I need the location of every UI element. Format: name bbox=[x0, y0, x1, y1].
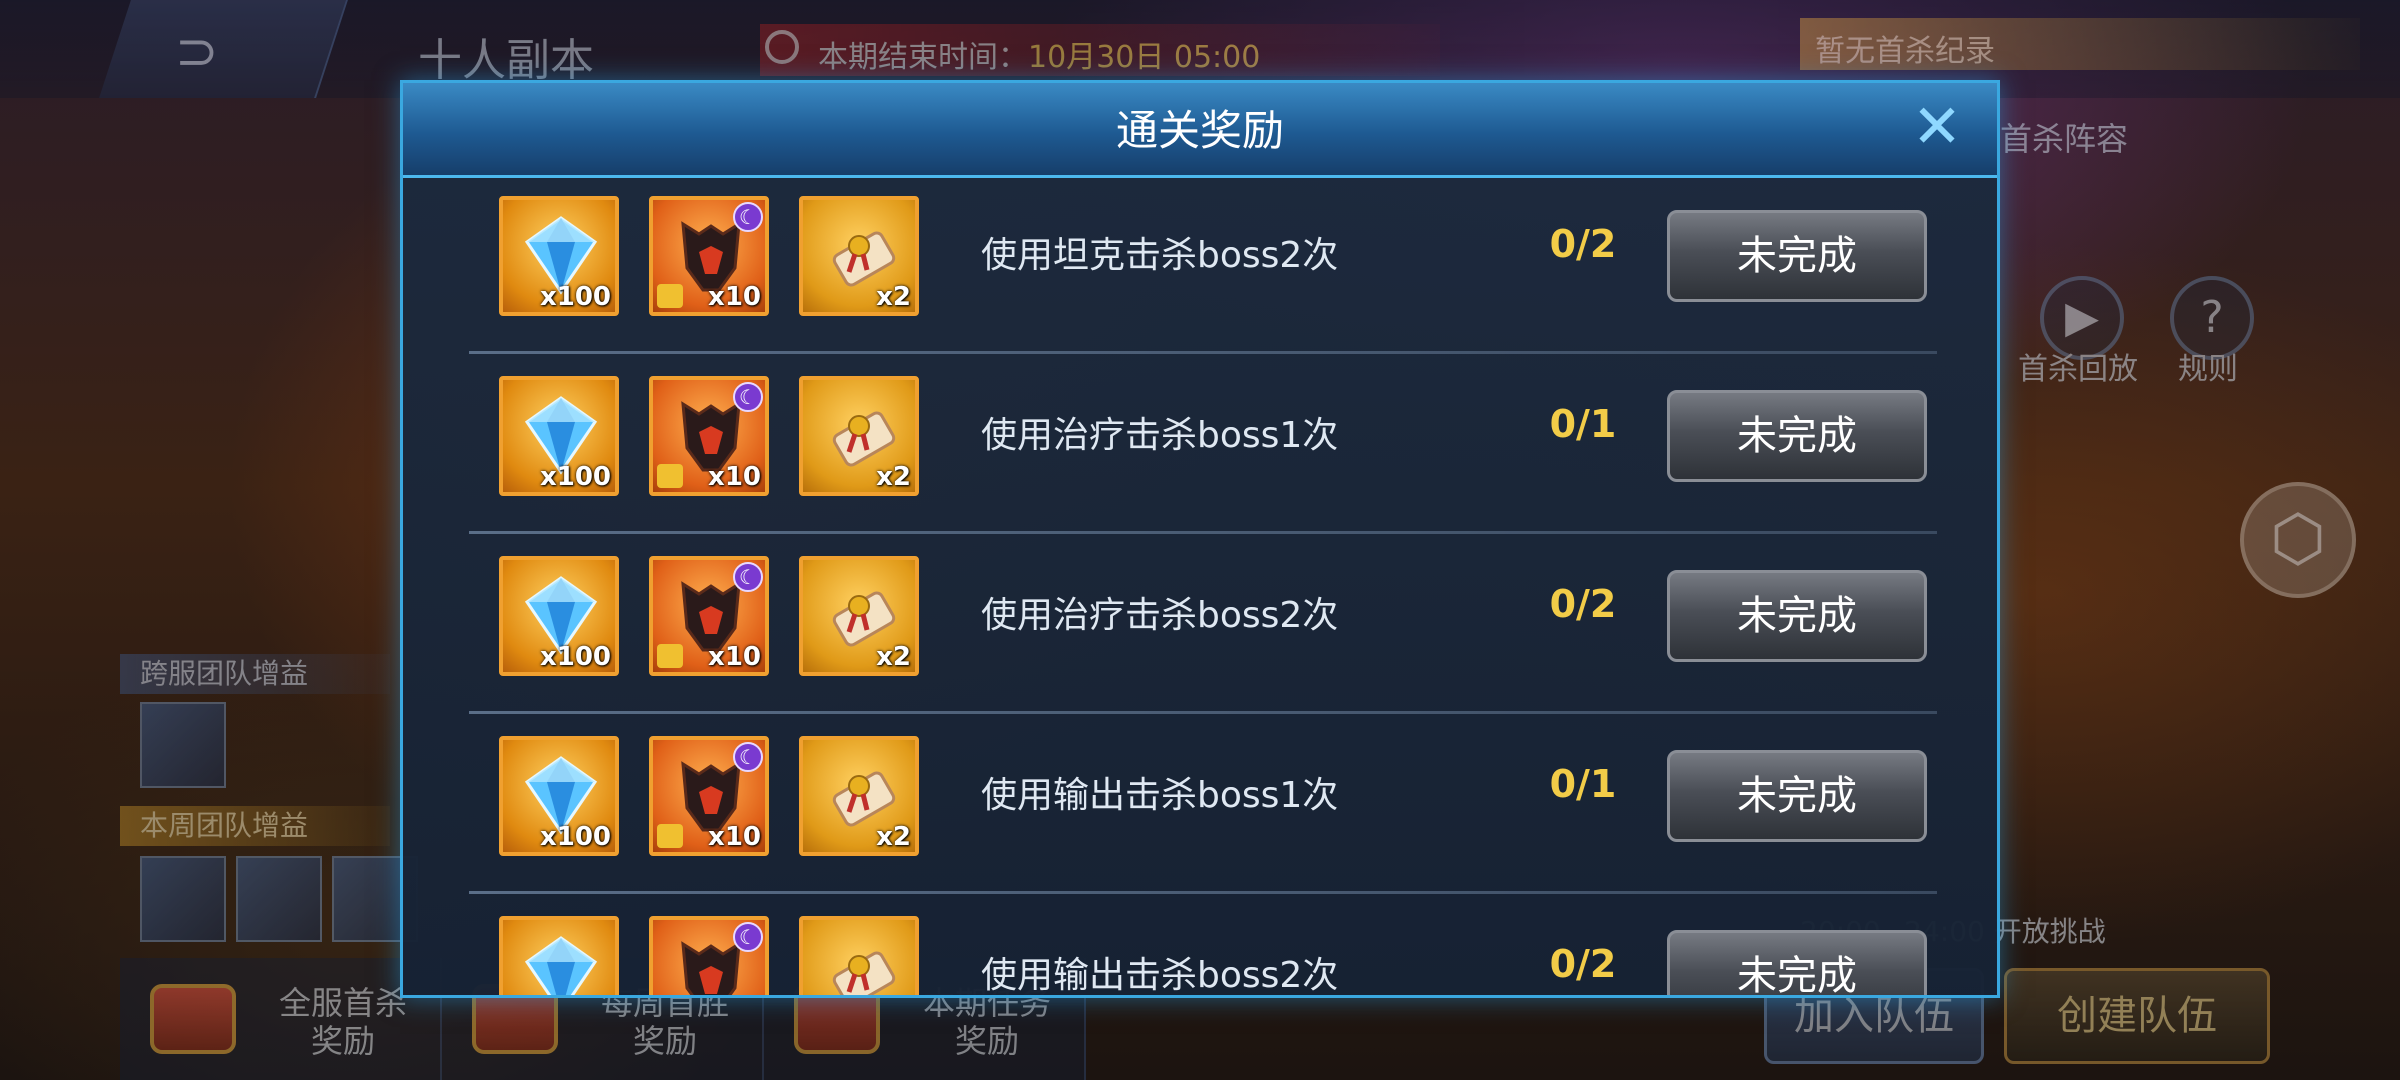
period-text: 本期结束时间：10月30日 05:00 bbox=[818, 32, 1260, 76]
create-team-button[interactable]: 创建队伍 bbox=[2004, 968, 2270, 1064]
task-description: 使用输出击杀boss2次 bbox=[981, 955, 1339, 996]
task-progress: 0/2 bbox=[1549, 222, 1617, 266]
reward-list[interactable]: x100 ☾ x10 x2 使用坦克击杀boss2次 0/2 未完成 x100 … bbox=[403, 178, 1997, 996]
diamond-icon bbox=[524, 936, 598, 995]
diamond-reward[interactable]: x100 bbox=[499, 916, 619, 995]
status-button[interactable]: 未完成 bbox=[1667, 570, 1927, 662]
replay-label[interactable]: 首杀回放 bbox=[2018, 344, 2138, 388]
period-label: 本期结束时间： bbox=[818, 40, 1028, 75]
row-divider bbox=[469, 891, 1937, 894]
row-divider bbox=[469, 351, 1937, 354]
task-description: 使用治疗击杀boss2次 bbox=[981, 595, 1339, 636]
item-quantity: x10 bbox=[708, 462, 761, 492]
status-button[interactable]: 未完成 bbox=[1667, 210, 1927, 302]
diamond-reward[interactable]: x100 bbox=[499, 196, 619, 316]
scroll-reward[interactable]: x2 bbox=[799, 556, 919, 676]
scroll-reward[interactable]: x2 bbox=[799, 196, 919, 316]
item-quantity: x100 bbox=[539, 822, 611, 852]
first-kill-record: 暂无首杀纪录 bbox=[1815, 34, 1995, 69]
row-divider bbox=[469, 531, 1937, 534]
helmet-fragment-reward[interactable]: ☾ x10 bbox=[649, 736, 769, 856]
helmet-fragment-reward[interactable]: ☾ x10 bbox=[649, 376, 769, 496]
task-progress: 0/1 bbox=[1549, 402, 1617, 446]
task-progress: 0/1 bbox=[1549, 762, 1617, 806]
buff-icon[interactable] bbox=[140, 856, 226, 942]
reward-row: x100 ☾ x10 x2 使用输出击杀boss1次 0/1 未完成 bbox=[403, 718, 1997, 898]
item-quantity: x2 bbox=[876, 462, 911, 492]
rarity-badge-icon: ☾ bbox=[733, 562, 763, 592]
item-quantity: x100 bbox=[539, 462, 611, 492]
clock-icon bbox=[765, 30, 799, 64]
status-button[interactable]: 未完成 bbox=[1667, 390, 1927, 482]
reward-row: x100 ☾ x10 x2 使用治疗击杀boss2次 0/2 未完成 bbox=[403, 538, 1997, 718]
close-icon[interactable]: ✕ bbox=[1909, 97, 1965, 157]
item-quantity: x10 bbox=[708, 642, 761, 672]
diamond-reward[interactable]: x100 bbox=[499, 736, 619, 856]
status-button[interactable]: 未完成 bbox=[1667, 930, 1927, 995]
reward-row: x100 ☾ x10 x2 使用治疗击杀boss1次 0/1 未完成 bbox=[403, 358, 1997, 538]
tab-line: 奖励 bbox=[954, 1022, 1019, 1060]
item-quantity: x2 bbox=[876, 282, 911, 312]
buff-icon[interactable] bbox=[236, 856, 322, 942]
task-progress: 0/2 bbox=[1549, 582, 1617, 626]
rarity-badge-icon: ☾ bbox=[733, 742, 763, 772]
cross-server-buff-label: 跨服团队增益 bbox=[120, 654, 390, 694]
cube-icon[interactable]: ⬡ bbox=[2240, 482, 2356, 598]
row-divider bbox=[469, 711, 1937, 714]
scroll-reward[interactable]: x2 bbox=[799, 736, 919, 856]
tab-server-first-kill-label[interactable]: 全服首杀 奖励 bbox=[268, 984, 418, 1060]
scroll-icon bbox=[832, 951, 896, 995]
first-kill-team-label: 首杀阵容 bbox=[2000, 120, 2129, 158]
item-quantity: x100 bbox=[539, 642, 611, 672]
rules-label[interactable]: 规则 bbox=[2178, 344, 2238, 388]
scroll-reward[interactable]: x2 bbox=[799, 916, 919, 995]
reward-row: x100 ☾ x10 x2 使用输出击杀boss2次 0/2 未完成 bbox=[403, 898, 1997, 996]
tab-line: 全服首杀 bbox=[278, 984, 407, 1022]
back-icon[interactable]: ⊃ bbox=[175, 22, 219, 82]
diamond-reward[interactable]: x100 bbox=[499, 376, 619, 496]
task-description: 使用坦克击杀boss2次 bbox=[981, 235, 1339, 276]
fragment-icon bbox=[657, 824, 683, 848]
reward-row: x100 ☾ x10 x2 使用坦克击杀boss2次 0/2 未完成 bbox=[403, 178, 1997, 358]
item-quantity: x10 bbox=[708, 282, 761, 312]
scroll-reward[interactable]: x2 bbox=[799, 376, 919, 496]
tab-line: 奖励 bbox=[310, 1022, 375, 1060]
back-button[interactable] bbox=[99, 0, 348, 98]
helmet-fragment-reward[interactable]: ☾ x10 bbox=[649, 196, 769, 316]
period-value: 10月30日 05:00 bbox=[1028, 40, 1261, 75]
item-quantity: x100 bbox=[539, 282, 611, 312]
helmet-fragment-reward[interactable]: ☾ x10 bbox=[649, 556, 769, 676]
buff-icon[interactable] bbox=[140, 702, 226, 788]
item-quantity: x2 bbox=[876, 642, 911, 672]
rarity-badge-icon: ☾ bbox=[733, 202, 763, 232]
rarity-badge-icon: ☾ bbox=[733, 382, 763, 412]
task-description: 使用输出击杀boss1次 bbox=[981, 775, 1339, 816]
dialog-title: 通关奖励 bbox=[1115, 106, 1284, 155]
chest-icon bbox=[150, 984, 236, 1054]
item-quantity: x10 bbox=[708, 822, 761, 852]
tab-line: 奖励 bbox=[632, 1022, 697, 1060]
clear-rewards-dialog: 通关奖励 ✕ x100 ☾ x10 x2 使用坦克击杀boss2次 0/2 未完… bbox=[400, 80, 2000, 998]
status-button[interactable]: 未完成 bbox=[1667, 750, 1927, 842]
weekly-buff-label: 本周团队增益 bbox=[120, 806, 390, 846]
page-title: 十人副本 bbox=[418, 35, 594, 86]
task-description: 使用治疗击杀boss1次 bbox=[981, 415, 1339, 456]
fragment-icon bbox=[657, 464, 683, 488]
helmet-fragment-reward[interactable]: ☾ x10 bbox=[649, 916, 769, 995]
fragment-icon bbox=[657, 284, 683, 308]
fragment-icon bbox=[657, 644, 683, 668]
diamond-reward[interactable]: x100 bbox=[499, 556, 619, 676]
task-progress: 0/2 bbox=[1549, 942, 1617, 986]
item-quantity: x2 bbox=[876, 822, 911, 852]
rarity-badge-icon: ☾ bbox=[733, 922, 763, 952]
